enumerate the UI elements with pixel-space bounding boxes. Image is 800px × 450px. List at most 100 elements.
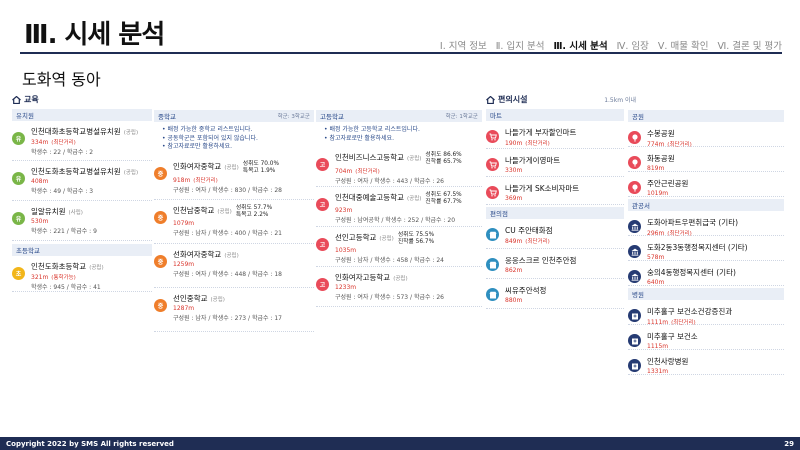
park-band: 공원 (628, 110, 784, 122)
school-meta: 구성원 : 여자 / 학생수 : 443 / 학급수 : 26 (335, 178, 444, 185)
school-name-text: 인천대화초등학교병설유치원 (31, 127, 121, 136)
distance-value: 923m (335, 207, 353, 214)
distance-note: (최단거리) (193, 177, 218, 184)
school-type: (사립) (68, 210, 83, 216)
school-meta: 구성원 : 여자 / 학생수 : 573 / 학급수 : 26 (335, 294, 444, 301)
note-item: • 참고자료로만 활용하세요. (162, 143, 232, 150)
office-list: 도화아파트우편취급국 (기타) 296m (최단거리) 도화2동3동행정복지센터 (기… (628, 211, 784, 286)
facility-info: 나들가게 SK소비자마트 369m (505, 183, 624, 202)
home-icon (12, 95, 21, 104)
note-item: • 참고자료로만 활용하세요. (324, 134, 394, 142)
facility-info: 나들가게이영마트 330m (505, 155, 624, 174)
list-item: 나들가게 SK소비자마트 369m (486, 177, 624, 205)
facility-distance: 1331m (647, 368, 784, 375)
education-title: 교육 (24, 95, 39, 104)
list-item: CU 주안태화점 849m (최단거리) (486, 219, 624, 249)
school-distance: 1079m (173, 220, 314, 227)
school-type: (공립) (89, 265, 104, 271)
high-school-list: 고 인천비즈니스고등학교 (공립) 성취도 86.6% 진학률 65.7% 704m (최단… (316, 147, 482, 307)
distance-value: 1233m (335, 284, 357, 291)
distance-value: 321m (31, 274, 49, 281)
note-item: • 배정 가능한 고등학교 리스트입니다. (324, 126, 420, 133)
high-school-band: 고등학교 학군: 1학교군 (316, 110, 482, 122)
hospital-icon (628, 334, 641, 347)
school-info: 선화여자중학교 (공립) 1259m 구성원 : 여자 / 학생수 : 448 / 학… (173, 249, 314, 278)
distance-value: 880m (505, 297, 523, 304)
facility-distance: 578m (647, 254, 784, 261)
distance-value: 1019m (647, 190, 669, 197)
school-name-row: 인화여자중학교 (공립) 성취도 70.0% 특목고 1.9% (173, 161, 314, 175)
list-item: 수봉공원 774m (최단거리) (628, 122, 784, 148)
facility-distance: 1111m (최단거리) (647, 318, 784, 326)
section-step: Ⅱ. 입지 분석 (495, 41, 545, 52)
list-item: 고 선인고등학교 (공립) 성취도 75.5% 진학률 56.7% 1035m 구성원 : … (316, 227, 482, 267)
park-label: 공원 (632, 113, 644, 121)
list-item: 나들가게 부자할인마트 190m (최단거리) (486, 121, 624, 149)
school-distance: 1259m (173, 261, 314, 268)
distance-value: 704m (335, 168, 353, 175)
facility-info: 숭의4동행정복지센터 (기타) 640m (647, 267, 784, 286)
school-distance: 1287m (173, 305, 314, 312)
school-badge-icon: 중 (154, 210, 167, 224)
distance-note: (최단거리) (667, 142, 692, 148)
list-item: 숭의4동행정복지센터 (기타) 640m (628, 261, 784, 286)
school-info: 인천도화초등학교병설유치원 (공립) 408m 학생수 : 49 / 학급수 : 3 (31, 166, 152, 195)
list-item: 나들가게이영마트 330m (486, 149, 624, 177)
list-item: 중 선화여자중학교 (공립) 1259m 구성원 : 여자 / 학생수 : 448 / … (154, 244, 314, 288)
list-item: 유 일알유치원 (사립) 530m 학생수 : 221 / 학급수 : 9 (12, 201, 152, 241)
score-advancement: 특목고 2.2% (235, 211, 269, 218)
distance-value: 1079m (173, 219, 195, 227)
facility-distance: 296m (최단거리) (647, 229, 784, 237)
school-score: 성취도 86.6% 진학률 65.7% (425, 152, 461, 166)
store-label: 편의점 (490, 210, 508, 218)
distance-value: 369m (505, 195, 523, 202)
school-distance: 704m (최단거리) (335, 167, 482, 175)
school-name-text: 인천도화초등학교 (31, 262, 87, 271)
distance-note: (최단거리) (355, 169, 380, 175)
list-item: 미추홀구 보건소 1115m (628, 325, 784, 350)
school-badge-icon: 중 (154, 254, 167, 268)
list-item: 화동공원 819m (628, 147, 784, 172)
facility-name: 씨유주안석정 (505, 286, 547, 295)
page-number: 29 (784, 439, 794, 448)
high-school-district: 학군: 1학교군 (445, 114, 478, 120)
school-name-text: 인천비즈니스고등학교 (335, 153, 404, 162)
score-achievement: 성취도 57.7% (235, 204, 273, 211)
facility-name: 도화2동3동행정복지센터 (기타) (647, 243, 748, 252)
school-name-row: 인천대중예술고등학교 (공립) 성취도 67.5% 진학률 67.7% (335, 192, 482, 206)
school-name: 인천대중예술고등학교 (공립) (335, 192, 421, 203)
distance-value: 1035m (335, 247, 357, 254)
middle-school-notes: • 배정 가능한 중학교 리스트입니다. • 공동학군은 포함되어 있지 않습니다… (154, 122, 314, 156)
school-badge-icon: 중 (154, 166, 167, 180)
home-icon (486, 95, 495, 104)
school-distance: 1233m (335, 284, 482, 291)
school-name-row: 일알유치원 (사립) (31, 206, 152, 217)
school-type: (공립) (123, 130, 139, 136)
school-badge-icon: 유 (12, 172, 25, 185)
section-step: Ⅴ. 매물 확인 (657, 41, 709, 52)
facility-info: 화동공원 819m (647, 153, 784, 172)
school-meta: 학생수 : 221 / 학급수 : 9 (31, 228, 97, 235)
list-item: 중 인천남중학교 (공립) 성취도 57.7% 특목고 2.2% 1079m 구성원 : 남… (154, 200, 314, 244)
facility-name: 나들가게 SK소비자마트 (505, 184, 580, 193)
park-list: 수봉공원 774m (최단거리) 화동공원 819m 주안근린공원 1019m (628, 122, 784, 197)
government-building-icon (628, 245, 641, 258)
school-name-row: 인화여자고등학교 (공립) (335, 272, 482, 283)
facility-distance: 819m (647, 165, 784, 172)
page-title: Ⅲ. 시세 분석 (24, 20, 165, 50)
title-divider (20, 52, 782, 54)
hospital-band: 병원 (628, 288, 784, 300)
school-type: (공립) (224, 164, 239, 171)
mart-list: 나들가게 부자할인마트 190m (최단거리) 나들가게이영마트 330m 나들가게 SK… (486, 121, 624, 205)
school-badge-icon: 고 (316, 198, 329, 211)
elementary-band: 초등학교 (12, 244, 152, 256)
school-info: 일알유치원 (사립) 530m 학생수 : 221 / 학급수 : 9 (31, 206, 152, 235)
distance-note: (최단거리) (671, 320, 696, 326)
list-item: 도화아파트우편취급국 (기타) 296m (최단거리) (628, 211, 784, 237)
facilities-column: 공원 수봉공원 774m (최단거리) 화동공원 819m 주안근린공원 1019m 관공서… (628, 110, 784, 375)
facility-name: 숭의4동행정복지센터 (기타) (647, 268, 736, 277)
section-step: Ⅵ. 결론 및 평가 (717, 41, 782, 52)
distance-note: (통학가능) (51, 275, 76, 281)
list-item: 고 인천비즈니스고등학교 (공립) 성취도 86.6% 진학률 65.7% 704m (최단… (316, 147, 482, 187)
section-step: Ⅳ. 임장 (616, 41, 649, 52)
